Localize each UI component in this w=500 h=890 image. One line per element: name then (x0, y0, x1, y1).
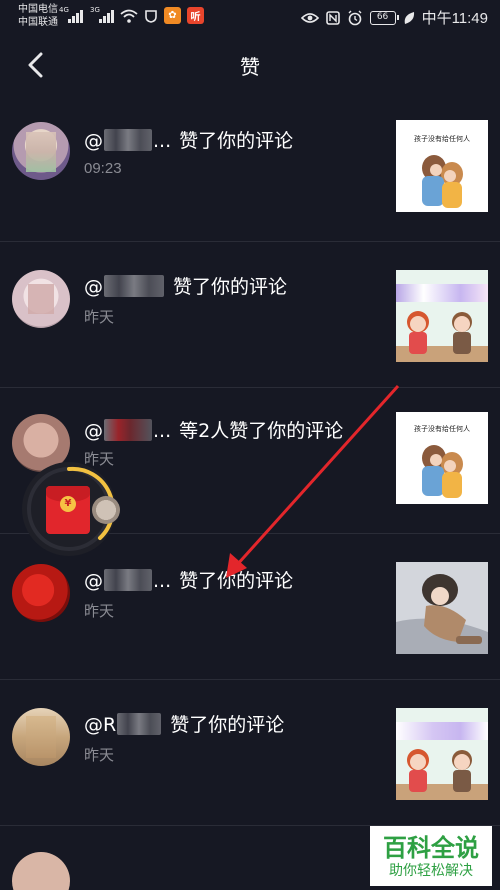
notification-time: 09:23 (84, 160, 122, 177)
thumbnail-banner (396, 722, 488, 740)
wifi-icon (120, 9, 138, 23)
avatar[interactable] (12, 564, 70, 622)
network-type-2: 3G (90, 5, 100, 14)
notification-text: @... 赞了你的评论 (84, 126, 293, 153)
red-packet-icon[interactable]: ¥ (46, 486, 90, 534)
action-text: 赞了你的评论 (173, 276, 288, 298)
network-type-1: 4G (59, 5, 69, 14)
action-text: 赞了你的评论 (170, 714, 285, 736)
avatar[interactable] (12, 270, 70, 328)
user-name-prefix[interactable]: @ (84, 420, 103, 442)
leaf-icon (404, 11, 414, 24)
thumbnail-caption: 孩子没有给任何人 (414, 135, 470, 143)
user-name-suffix: ... (153, 570, 172, 592)
status-time: 中午11:49 (421, 10, 488, 27)
floating-avatar (92, 496, 120, 524)
signal-icon-2: 3G (90, 6, 114, 23)
watermark-subtitle: 助你轻松解决 (389, 863, 473, 879)
blurred-username (117, 713, 162, 735)
video-thumbnail[interactable] (396, 708, 488, 800)
thumbnail-illustration (422, 155, 463, 208)
user-name-prefix[interactable]: @R (84, 714, 116, 736)
notification-time: 昨天 (84, 603, 115, 620)
alarm-icon (348, 10, 362, 25)
status-icons-left: 4G 3G ✿ 听 (59, 6, 204, 24)
notification-text: @R 赞了你的评论 (84, 710, 284, 737)
notification-text: @... 等2人赞了你的评论 (84, 416, 343, 443)
avatar[interactable] (12, 708, 70, 766)
signal-icon-1: 4G (59, 6, 83, 23)
action-text: 赞了你的评论 (179, 130, 294, 152)
carrier-labels: 中国电信 中国联通 (18, 3, 58, 29)
video-thumbnail[interactable]: 孩子没有给任何人 (396, 120, 488, 212)
blurred-username (104, 275, 164, 297)
video-thumbnail[interactable]: 孩子没有给任何人 (396, 412, 488, 504)
user-name-prefix[interactable]: @ (84, 570, 103, 592)
watermark-logo: 百科全说 助你轻松解决 (370, 826, 492, 886)
user-name-suffix: ... (153, 420, 172, 442)
thumbnail-illustration (396, 311, 488, 362)
thumbnail-illustration (396, 749, 488, 800)
blurred-username (104, 569, 152, 591)
nfc-icon (325, 10, 340, 25)
user-name-prefix[interactable]: @ (84, 130, 103, 152)
notification-text: @ 赞了你的评论 (84, 272, 287, 299)
notification-text: @... 赞了你的评论 (84, 566, 293, 593)
notification-time: 昨天 (84, 747, 115, 764)
thumbnail-banner (396, 284, 488, 302)
carrier-2: 中国联通 (18, 17, 58, 28)
action-text: 等2人赞了你的评论 (179, 420, 344, 442)
status-bar: 中国电信 中国联通 4G 3G ✿ 听 66 中午11:49 (0, 0, 500, 34)
notification-row[interactable]: @... 赞了你的评论 09:23 孩子没有给任何人 (0, 96, 500, 242)
thumbnail-caption: 孩子没有给任何人 (414, 425, 470, 433)
battery-icon: 66 (369, 10, 399, 25)
video-thumbnail[interactable] (396, 270, 488, 362)
blurred-username (104, 419, 152, 441)
user-name-prefix[interactable]: @ (84, 276, 103, 298)
thumbnail-illustration (396, 562, 488, 654)
watermark-title: 百科全说 (383, 834, 479, 862)
user-name-suffix: ... (153, 130, 172, 152)
app-badge-icon-1: ✿ (164, 7, 181, 24)
avatar[interactable] (12, 122, 70, 180)
action-text: 赞了你的评论 (179, 570, 294, 592)
notification-row[interactable]: @R 赞了你的评论 昨天 (0, 680, 500, 826)
notification-shield-icon (145, 9, 157, 23)
avatar[interactable] (12, 852, 70, 890)
blurred-username (104, 129, 152, 151)
eye-icon (300, 12, 319, 23)
status-icons-right: 66 中午11:49 (300, 7, 488, 28)
thumbnail-illustration (422, 445, 463, 498)
carrier-1: 中国电信 (18, 4, 58, 15)
video-thumbnail[interactable] (396, 562, 488, 654)
notification-row[interactable]: @ 赞了你的评论 昨天 (0, 242, 500, 388)
page-title: 赞 (240, 55, 260, 79)
coin-icon: ¥ (60, 496, 76, 512)
title-bar: 赞 (0, 34, 500, 96)
app-badge-icon-2: 听 (187, 7, 204, 24)
notification-time: 昨天 (84, 309, 115, 326)
